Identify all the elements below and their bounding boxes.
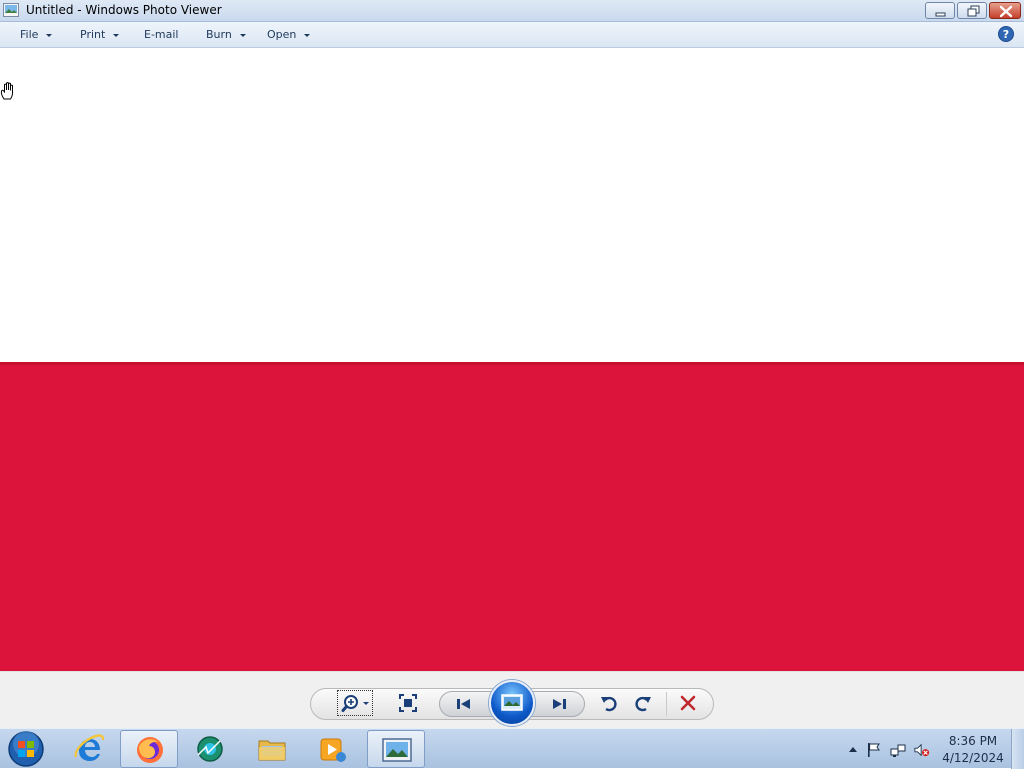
chevron-down-icon xyxy=(113,33,120,37)
zoom-button[interactable] xyxy=(337,690,373,716)
volume-muted-icon[interactable] xyxy=(914,742,930,758)
svg-text:?: ? xyxy=(1003,28,1009,41)
image-viewport[interactable] xyxy=(0,49,1024,671)
minimize-icon xyxy=(935,12,946,17)
title-bar: Untitled - Windows Photo Viewer xyxy=(0,0,1024,22)
slideshow-icon xyxy=(501,694,523,711)
show-hidden-icons-arrow[interactable] xyxy=(845,742,861,758)
hand-pan-icon xyxy=(0,82,13,100)
action-center-flag-icon[interactable] xyxy=(866,742,882,758)
windows-start-orb[interactable] xyxy=(7,730,45,768)
actual-size-icon xyxy=(399,694,417,712)
network-icon[interactable] xyxy=(890,742,906,758)
clock-date[interactable]: 4/12/2024 xyxy=(940,751,1006,765)
rotate-clockwise-button[interactable] xyxy=(632,692,654,714)
previous-icon xyxy=(457,699,470,709)
menu-file-label: File xyxy=(20,28,39,41)
firefox-icon xyxy=(137,737,163,763)
close-icon xyxy=(999,5,1013,18)
previous-button[interactable] xyxy=(452,694,476,714)
menu-email-label: E-mail xyxy=(144,28,179,41)
taskbar-media-app[interactable] xyxy=(181,730,239,768)
next-icon xyxy=(553,699,566,709)
taskbar-media-player[interactable] xyxy=(303,730,361,768)
next-button[interactable] xyxy=(548,694,572,714)
window-title: Untitled - Windows Photo Viewer xyxy=(26,3,222,17)
chevron-down-icon xyxy=(46,33,53,37)
taskbar-internet-explorer[interactable] xyxy=(60,730,118,768)
taskbar-photo-viewer[interactable] xyxy=(367,730,425,768)
delete-icon xyxy=(680,695,696,711)
menu-bar: File Print E-mail Burn Open xyxy=(0,22,1024,48)
toolbar-separator xyxy=(666,692,667,716)
minimize-button[interactable] xyxy=(925,2,955,19)
taskbar-file-explorer[interactable] xyxy=(243,730,301,768)
menu-print[interactable]: Print xyxy=(80,28,120,44)
delete-button[interactable] xyxy=(677,692,699,714)
close-button[interactable] xyxy=(989,2,1021,19)
image-red-band xyxy=(0,362,1024,671)
zoom-icon xyxy=(341,695,369,712)
clock-time[interactable]: 8:36 PM xyxy=(940,734,1006,748)
menu-print-label: Print xyxy=(80,28,106,41)
restore-button[interactable] xyxy=(957,2,987,19)
image-white-band xyxy=(0,49,1024,362)
menu-burn-label: Burn xyxy=(206,28,232,41)
rotate-counterclockwise-button[interactable] xyxy=(598,692,620,714)
photo-viewer-icon xyxy=(3,3,19,17)
taskbar: 8:36 PM 4/12/2024 xyxy=(0,728,1024,769)
actual-size-button[interactable] xyxy=(397,692,419,714)
chevron-down-icon xyxy=(239,33,246,37)
file-explorer-icon xyxy=(258,740,286,761)
rotate-clockwise-icon xyxy=(635,696,651,712)
internet-explorer-icon xyxy=(74,734,105,761)
menu-open[interactable]: Open xyxy=(267,28,311,44)
show-desktop-button[interactable] xyxy=(1011,729,1024,769)
rotate-counterclockwise-icon xyxy=(601,696,617,712)
menu-email[interactable]: E-mail xyxy=(144,28,179,44)
menu-burn[interactable]: Burn xyxy=(206,28,246,44)
menu-file[interactable]: File xyxy=(20,28,53,44)
viewer-toolbar xyxy=(0,671,1024,728)
restore-icon xyxy=(967,5,980,17)
media-player-icon xyxy=(320,738,346,762)
chevron-down-icon xyxy=(304,33,311,37)
slideshow-button[interactable] xyxy=(489,680,535,726)
photo-viewer-icon xyxy=(382,738,412,762)
media-app-icon xyxy=(197,736,223,762)
menu-open-label: Open xyxy=(267,28,297,41)
help-icon[interactable]: ? xyxy=(998,26,1014,42)
taskbar-firefox[interactable] xyxy=(120,730,178,768)
